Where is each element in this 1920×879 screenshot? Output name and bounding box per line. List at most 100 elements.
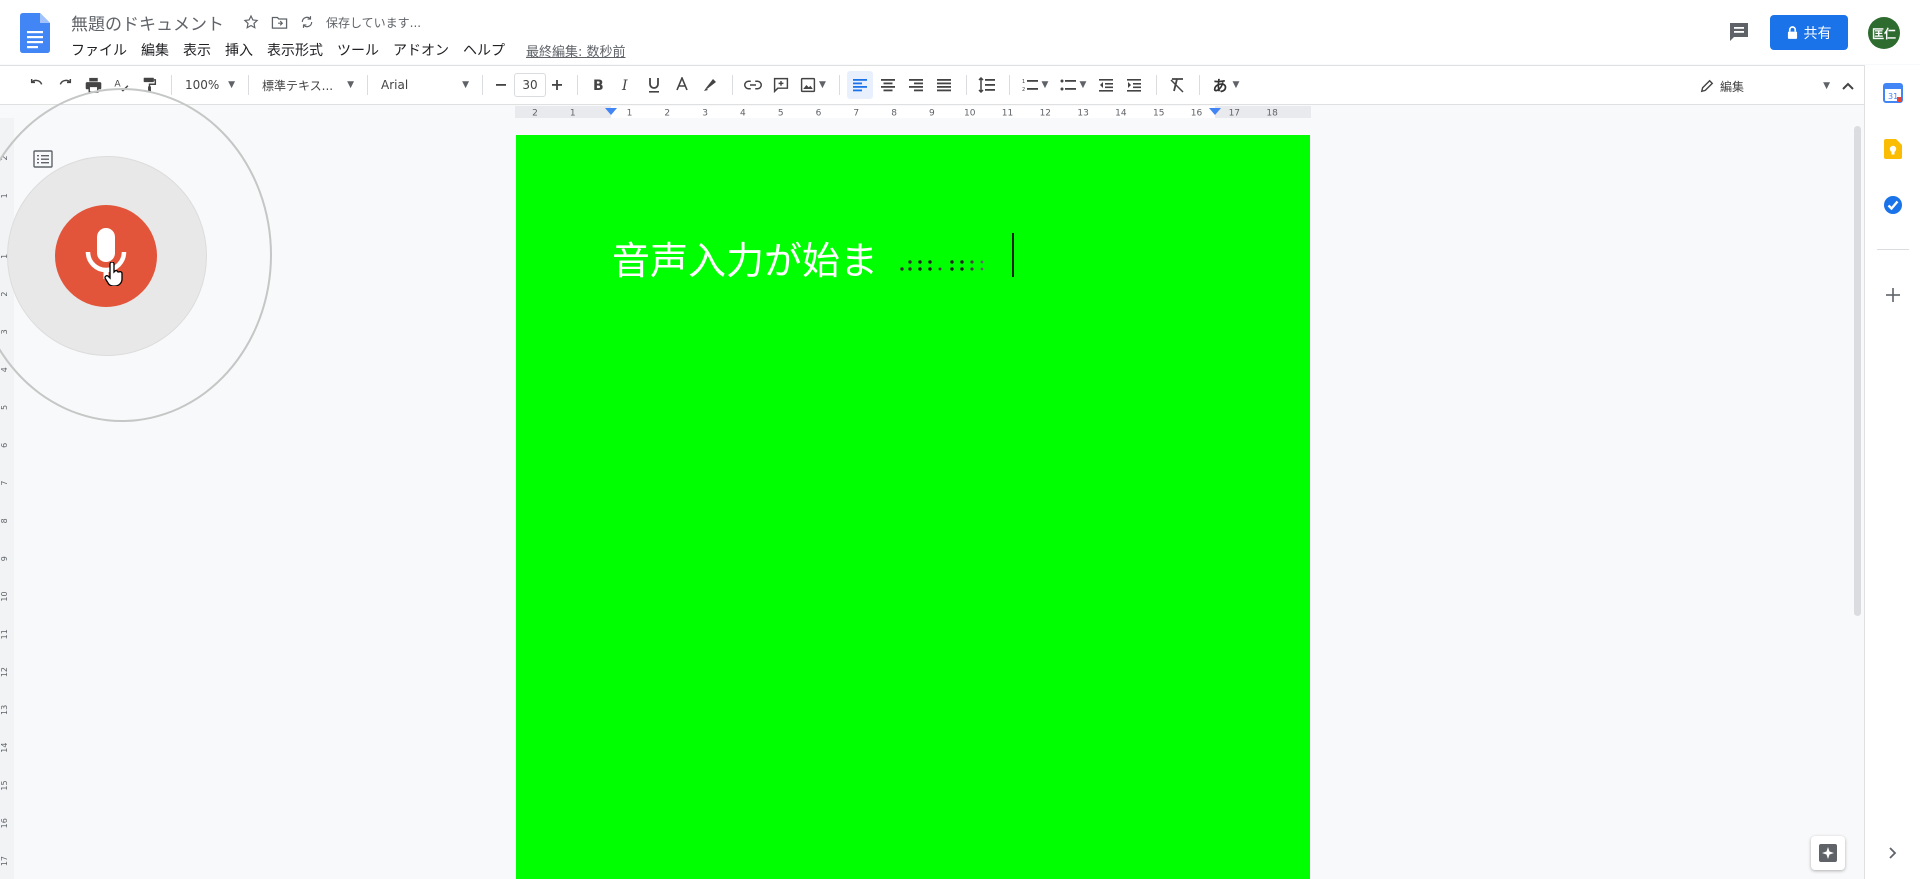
ruler-tick-label: 5 xyxy=(778,109,784,119)
ruler-tick-label: 7 xyxy=(0,481,9,486)
line-spacing-icon[interactable] xyxy=(974,71,1000,99)
editing-mode-dropdown[interactable]: 編集 ▼ xyxy=(1700,72,1830,100)
insert-image-icon[interactable]: ▼ xyxy=(796,71,830,99)
ruler-tick-label: 2 xyxy=(532,109,538,119)
explore-button[interactable] xyxy=(1811,836,1845,870)
align-center-icon[interactable] xyxy=(875,71,901,99)
menu-insert[interactable]: 挿入 xyxy=(218,38,260,62)
comments-icon[interactable] xyxy=(1727,20,1751,44)
svg-text:1: 1 xyxy=(1022,79,1025,85)
horizontal-ruler[interactable]: 2 1 1 2 3 4 5 6 7 8 9 10 11 12 13 14 15 16 17 18 xyxy=(515,106,1311,118)
account-avatar[interactable]: 匡仁 xyxy=(1868,17,1900,49)
menu-view[interactable]: 表示 xyxy=(176,38,218,62)
side-panel: 31 xyxy=(1864,65,1920,879)
clear-formatting-icon[interactable] xyxy=(1164,71,1190,99)
collapse-toolbar-icon[interactable] xyxy=(1836,74,1860,98)
decrease-font-size-icon[interactable] xyxy=(490,71,512,99)
add-icon[interactable] xyxy=(1881,283,1905,307)
ruler-tick-label: 9 xyxy=(929,109,935,119)
menu-edit[interactable]: 編集 xyxy=(134,38,176,62)
docs-logo-icon[interactable] xyxy=(20,13,50,53)
ruler-tick-label: 16 xyxy=(0,818,9,828)
save-status: 保存しています... xyxy=(326,15,422,30)
ruler-tick-label: 6 xyxy=(816,109,822,119)
toolbar-divider xyxy=(839,75,840,95)
decrease-indent-icon[interactable] xyxy=(1093,71,1119,99)
calendar-date: 31 xyxy=(1888,92,1898,101)
chevron-down-icon: ▼ xyxy=(1041,80,1049,90)
ruler-tick-label: 4 xyxy=(740,109,746,119)
ruler-tick-label: 18 xyxy=(1266,109,1278,119)
menu-addons[interactable]: アドオン xyxy=(386,38,456,62)
sync-icon xyxy=(296,11,318,33)
toolbar-divider xyxy=(577,75,578,95)
ruler-tick-label: 17 xyxy=(1229,109,1240,119)
move-folder-icon[interactable] xyxy=(268,11,290,33)
document-body-text[interactable]: 音声入力が始ま xyxy=(612,230,1000,285)
vertical-scrollbar[interactable] xyxy=(1852,118,1862,879)
toolbar-divider xyxy=(1156,75,1157,95)
ruler-tick-label: 2 xyxy=(664,109,670,119)
underline-icon[interactable] xyxy=(641,71,667,99)
hand-pointer-icon xyxy=(104,262,123,286)
align-left-icon[interactable] xyxy=(847,71,873,99)
scrollbar-thumb[interactable] xyxy=(1854,126,1861,616)
menu-bar: ファイル 編集 表示 挿入 表示形式 ツール アドオン ヘルプ 最終編集: 数秒… xyxy=(64,38,626,62)
chevron-right-icon[interactable] xyxy=(1881,841,1905,865)
highlight-color-icon[interactable] xyxy=(697,71,723,99)
menu-tools[interactable]: ツール xyxy=(330,38,386,62)
menu-format[interactable]: 表示形式 xyxy=(260,38,330,62)
ruler-tick-label: 10 xyxy=(0,591,9,601)
chevron-down-icon: ▼ xyxy=(1823,81,1830,91)
last-edit-link[interactable]: 最終編集: 数秒前 xyxy=(526,41,626,60)
toolbar-divider xyxy=(248,75,249,95)
star-icon[interactable] xyxy=(240,11,262,33)
bulleted-list-icon[interactable]: ▼ xyxy=(1055,71,1091,99)
svg-text:2: 2 xyxy=(1022,87,1025,92)
ruler-tick-label: 10 xyxy=(964,109,976,119)
share-button[interactable]: 共有 xyxy=(1770,15,1848,50)
font-dropdown[interactable]: Arial ▼ xyxy=(375,71,475,99)
ruler-tick-label: 14 xyxy=(1115,109,1127,119)
svg-text:I: I xyxy=(621,78,628,93)
menu-help[interactable]: ヘルプ xyxy=(456,38,512,62)
document-page[interactable]: 音声入力が始ま xyxy=(516,135,1310,879)
toolbar-divider xyxy=(171,75,172,95)
numbered-list-icon[interactable]: 1 2 ▼ xyxy=(1017,71,1053,99)
bold-icon[interactable]: B xyxy=(585,71,611,99)
undo-icon[interactable] xyxy=(24,71,50,99)
redo-icon[interactable] xyxy=(52,71,78,99)
side-panel-divider xyxy=(1877,249,1909,250)
keep-icon[interactable] xyxy=(1881,137,1905,161)
align-justify-icon[interactable] xyxy=(931,71,957,99)
lock-icon xyxy=(1787,26,1798,39)
input-tools-label: あ xyxy=(1212,76,1228,95)
increase-indent-icon[interactable] xyxy=(1121,71,1147,99)
calendar-icon[interactable]: 31 xyxy=(1881,81,1905,105)
ruler-tick-label: 7 xyxy=(853,109,859,119)
toolbar-divider xyxy=(367,75,368,95)
chevron-down-icon: ▼ xyxy=(1232,80,1240,90)
ruler-tick-label: 13 xyxy=(0,705,9,715)
ruler-tick-label: 11 xyxy=(1002,109,1013,119)
share-label: 共有 xyxy=(1803,25,1832,42)
document-title[interactable]: 無題のドキュメント xyxy=(71,10,224,35)
formatting-toolbar: A 100% ▼ 標準テキス... ▼ Arial ▼ 30 B I ▼ 1 2… xyxy=(0,65,1864,105)
paragraph-style-dropdown[interactable]: 標準テキス... ▼ xyxy=(256,71,360,99)
add-comment-icon[interactable] xyxy=(768,71,794,99)
tasks-icon[interactable] xyxy=(1881,193,1905,217)
zoom-dropdown[interactable]: 100% ▼ xyxy=(179,71,241,99)
text-color-icon[interactable] xyxy=(669,71,695,99)
input-tools-button[interactable]: あ ▼ xyxy=(1207,71,1245,99)
ruler-tick-label: 9 xyxy=(0,556,9,561)
microphone-button[interactable] xyxy=(55,205,157,307)
ruler-tick-label: 8 xyxy=(891,109,897,119)
menu-file[interactable]: ファイル xyxy=(64,38,134,62)
chevron-down-icon: ▼ xyxy=(819,80,826,90)
increase-font-size-icon[interactable] xyxy=(546,71,568,99)
italic-icon[interactable]: I xyxy=(613,71,639,99)
font-size-input[interactable]: 30 xyxy=(514,73,546,97)
insert-link-icon[interactable] xyxy=(740,71,766,99)
align-right-icon[interactable] xyxy=(903,71,929,99)
zoom-value: 100% xyxy=(185,78,220,92)
